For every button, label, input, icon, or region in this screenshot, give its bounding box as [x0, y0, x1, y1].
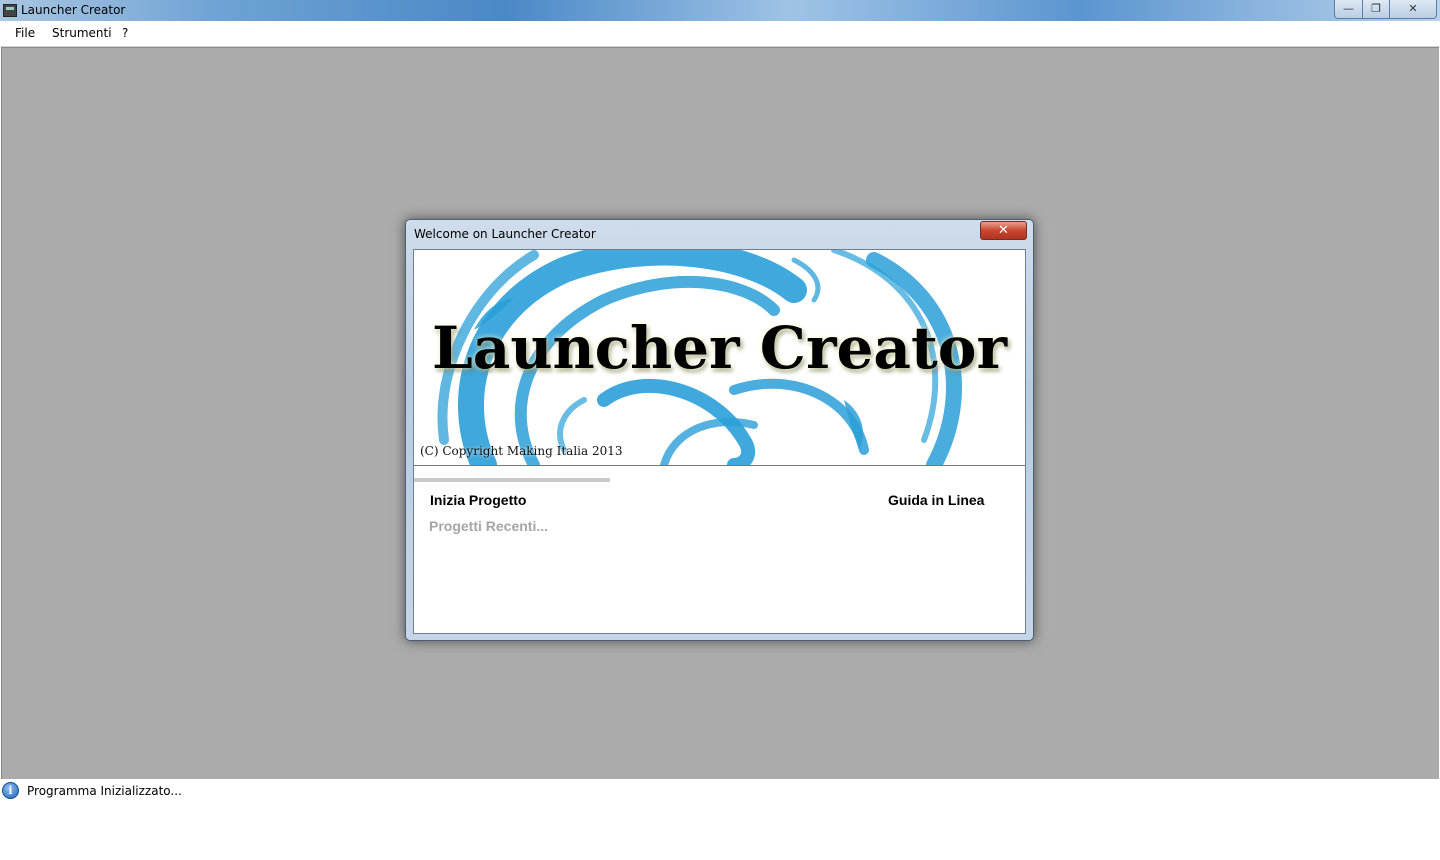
close-button[interactable]: ✕ [1389, 0, 1437, 19]
main-title-bar[interactable]: Launcher Creator — ❐ ✕ [0, 0, 1440, 21]
dialog-close-button[interactable]: ✕ [980, 221, 1027, 240]
maximize-button[interactable]: ❐ [1362, 0, 1390, 19]
status-text: Programma Inizializzato... [27, 784, 182, 798]
window-title: Launcher Creator [21, 3, 126, 17]
info-icon: i [2, 782, 19, 799]
status-bar: i Programma Inizializzato... [0, 779, 1440, 803]
menu-file[interactable]: File [15, 26, 35, 40]
minimize-button[interactable]: — [1334, 0, 1363, 19]
dialog-content: Launcher Creator (C) Copyright Making It… [413, 249, 1026, 634]
online-help-link[interactable]: Guida in Linea [888, 492, 984, 508]
start-project-link[interactable]: Inizia Progetto [430, 492, 526, 508]
recent-projects-link[interactable]: Progetti Recenti... [429, 518, 548, 534]
menu-strumenti[interactable]: Strumenti [52, 26, 112, 40]
banner-image: Launcher Creator (C) Copyright Making It… [414, 250, 1025, 466]
copyright-text: (C) Copyright Making Italia 2013 [420, 444, 623, 458]
menu-bar: File Strumenti ? [0, 21, 1440, 47]
app-icon[interactable] [3, 4, 17, 17]
dialog-title: Welcome on Launcher Creator [414, 227, 596, 241]
menu-help[interactable]: ? [122, 26, 128, 40]
welcome-dialog: Welcome on Launcher Creator ✕ Launcher C… [405, 219, 1034, 641]
tab-indicator [414, 478, 610, 482]
banner-title: Launcher Creator [431, 314, 1008, 382]
